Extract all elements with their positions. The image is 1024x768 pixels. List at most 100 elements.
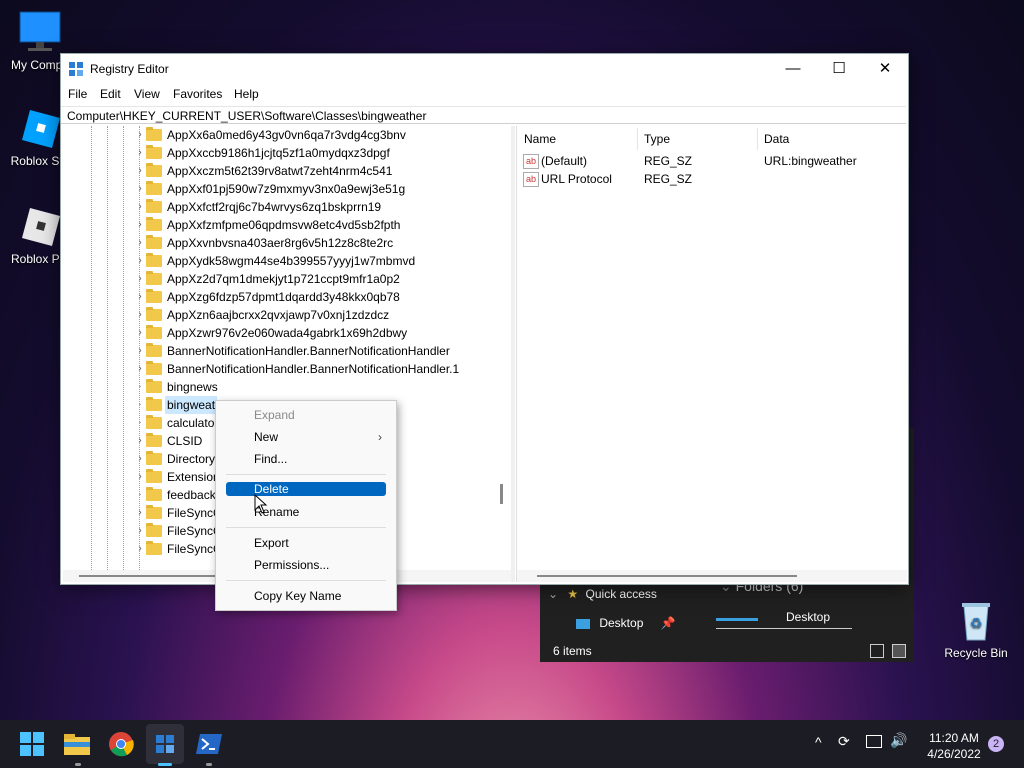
tree-item-label: CLSID [167,434,203,448]
value-row[interactable]: ab (Default) REG_SZ URL:bingweather [517,152,907,170]
folder-icon [146,343,162,357]
volume-icon[interactable]: 🔊 [890,732,907,749]
menu-file[interactable]: File [68,87,87,101]
menu-item-delete[interactable]: Delete [226,482,386,496]
clock[interactable]: 11:20 AM 4/26/2022 [918,730,990,762]
menu-edit[interactable]: Edit [100,87,121,101]
tree-item[interactable]: › AppXzn6aajbcrxx2qvxjawp7v0xnj1zdzdcz [63,306,511,324]
tree-item[interactable]: › AppXxvnbvsna403aer8rg6v5h12z8c8te2rc [63,234,511,252]
menu-bar: File Edit View Favorites Help [61,84,908,104]
quick-access-nav[interactable]: ⌄ ★ Quick access [548,584,688,604]
menu-item-find[interactable]: Find... [226,450,386,468]
folder-icon [146,469,162,483]
start-button[interactable] [16,728,48,760]
powershell-icon [196,734,222,754]
chevron-right-icon[interactable]: › [135,468,145,486]
details-view-icon[interactable] [870,644,884,658]
menu-item-new[interactable]: New › [226,428,386,446]
chevron-right-icon[interactable]: › [135,360,145,378]
menu-view[interactable]: View [134,87,160,101]
column-data-header[interactable]: Data [764,132,789,146]
folder-icon [146,361,162,375]
chevron-right-icon[interactable]: › [135,144,145,162]
menu-item-copy-key-name[interactable]: Copy Key Name [226,587,386,605]
taskbar-file-explorer[interactable] [61,728,93,760]
tree-item[interactable]: › BannerNotificationHandler.BannerNotific… [63,360,511,378]
tree-item-label: FileSyncC [167,542,222,556]
chevron-right-icon[interactable]: › [135,216,145,234]
taskbar-chrome[interactable] [105,728,137,760]
tree-item[interactable]: › AppXxf01pj590w7z9mxmyv3nx0a9ewj3e51g [63,180,511,198]
chevron-right-icon[interactable]: › [135,450,145,468]
taskbar-powershell[interactable] [193,728,225,760]
chevron-right-icon[interactable]: › [135,270,145,288]
chevron-right-icon[interactable]: › [135,126,145,144]
tree-item[interactable]: › AppXxfzmfpme06qpdmsvw8etc4vd5sb2fpth [63,216,511,234]
values-list[interactable]: Name Type Data ab (Default) REG_SZ URL:b… [516,126,907,582]
minimize-button[interactable]: — [770,54,816,84]
tree-item-label: Directory [167,452,216,466]
pane-splitter[interactable] [511,126,515,582]
tree-item[interactable]: › AppXzg6fdzp57dpmt1dqardd3y48kkx0qb78 [63,288,511,306]
tray-chevron-up-icon[interactable]: ^ [815,734,822,750]
menu-item-permissions[interactable]: Permissions... [226,556,386,574]
menu-help[interactable]: Help [234,87,259,101]
taskbar: ^ ⟳ 🔊 11:20 AM 4/26/2022 2 [0,720,1024,768]
menu-favorites[interactable]: Favorites [173,87,222,101]
maximize-button[interactable]: ☐ [816,54,862,84]
tiles-view-icon[interactable] [892,644,906,658]
chevron-right-icon[interactable]: › [135,324,145,342]
column-divider[interactable] [637,128,638,150]
folder-icon [146,397,162,411]
menu-item-export[interactable]: Export [226,534,386,552]
column-type-header[interactable]: Type [644,132,670,146]
tree-item[interactable]: › AppXxfctf2rqj6c7b4wrvys6zq1bskprrn19 [63,198,511,216]
menu-item-rename[interactable]: Rename [226,503,386,521]
tree-item[interactable]: › AppXzwr976v2e060wada4gabrk1x69h2dbwy [63,324,511,342]
tree-item[interactable]: · bingnews [63,378,511,396]
address-bar[interactable]: Computer\HKEY_CURRENT_USER\Software\Clas… [61,106,906,124]
tree-item-label: bingnews [167,380,218,394]
tree-item-label: feedback [167,488,216,502]
title-bar[interactable]: Registry Editor — ☐ ✕ [61,54,908,84]
chevron-right-icon[interactable]: › [135,540,145,558]
chevron-right-icon[interactable]: › [135,180,145,198]
chevron-right-icon[interactable]: › [135,198,145,216]
menu-item-expand[interactable]: Expand [226,406,386,424]
chevron-right-icon[interactable]: › [135,432,145,450]
tree-item-label: FileSyncC [167,524,222,538]
values-horizontal-scrollbar[interactable] [517,570,907,582]
folder-tile-desktop[interactable]: Desktop [716,610,852,632]
tree-item[interactable]: › AppXx6a0med6y43gv0vn6qa7r3vdg4cg3bnv [63,126,511,144]
chevron-right-icon[interactable]: › [135,306,145,324]
nav-desktop-item[interactable]: Desktop 📌 [576,616,676,630]
chevron-right-icon[interactable]: › [135,252,145,270]
chevron-right-icon[interactable]: › [135,522,145,540]
value-row[interactable]: ab URL Protocol REG_SZ [517,170,907,188]
chevron-right-icon[interactable]: › [135,162,145,180]
folder-icon [146,433,162,447]
tree-item-label: AppXydk58wgm44se4b399557yyyj1w7mbmvd [167,254,416,268]
desktop-icon-recycle-bin[interactable]: ♻ Recycle Bin [936,598,1016,660]
registry-editor-window[interactable]: Registry Editor — ☐ ✕ File Edit View Fav… [60,53,909,585]
scrollbar-thumb[interactable] [537,575,797,577]
tree-item[interactable]: › AppXydk58wgm44se4b399557yyyj1w7mbmvd [63,252,511,270]
taskbar-registry-editor[interactable] [149,728,181,760]
column-name-header[interactable]: Name [524,132,556,146]
column-divider[interactable] [757,128,758,150]
tree-item[interactable]: › AppXxczm5t62t39rv8atwt7zeht4nrm4c541 [63,162,511,180]
network-icon[interactable] [866,735,882,748]
tree-vertical-scroll-thumb[interactable] [500,484,503,504]
chevron-right-icon[interactable]: › [135,234,145,252]
tree-item[interactable]: › AppXxccb9186h1jcjtq5zf1a0mydqxz3dpgf [63,144,511,162]
close-button[interactable]: ✕ [862,54,908,84]
context-menu[interactable]: Expand New › Find... Delete Rename Export… [215,400,397,611]
tree-item[interactable]: › AppXz2d7qm1dmekjyt1p721ccpt9mfr1a0p2 [63,270,511,288]
chevron-right-icon[interactable]: › [135,342,145,360]
tree-item[interactable]: › BannerNotificationHandler.BannerNotific… [63,342,511,360]
chevron-right-icon[interactable]: › [135,288,145,306]
folder-icon [146,307,162,321]
chevron-right-icon[interactable]: › [135,504,145,522]
update-icon[interactable]: ⟳ [838,733,850,750]
notification-badge[interactable]: 2 [988,736,1004,752]
